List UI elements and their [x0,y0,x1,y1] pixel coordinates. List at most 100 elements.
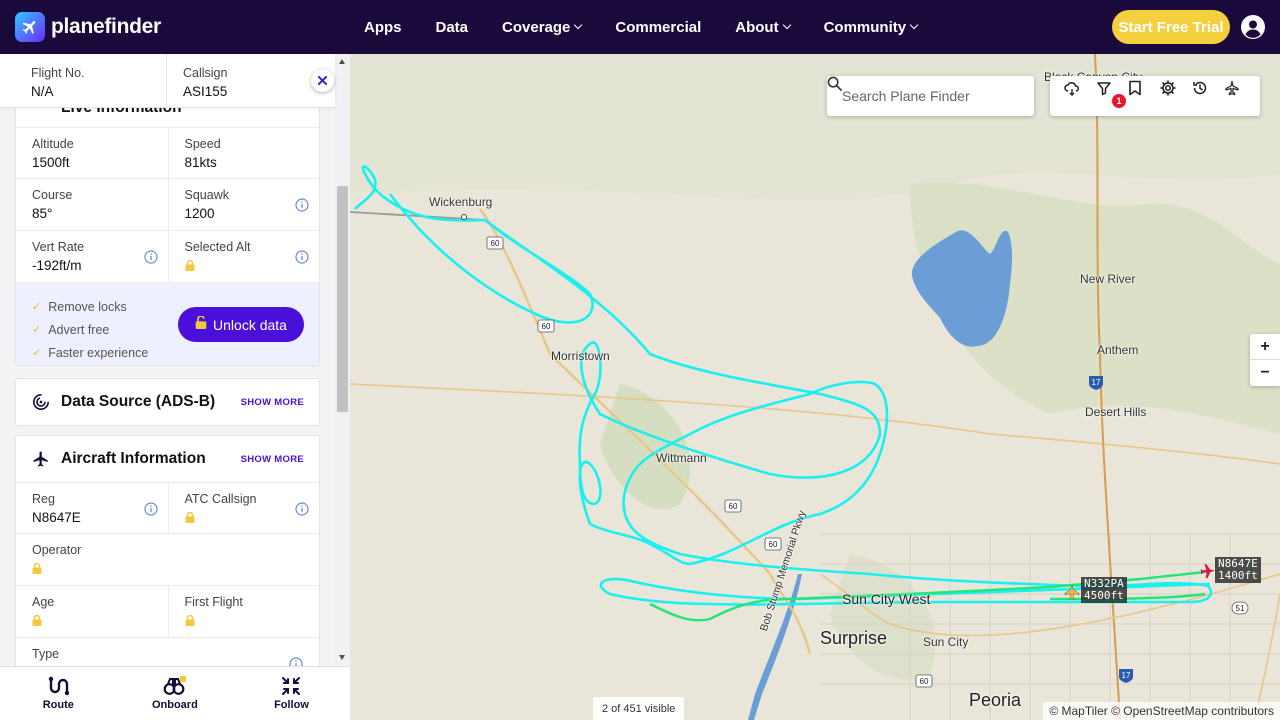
reg-cell: Reg N8647E [16,483,168,533]
nav-label: Apps [364,18,402,36]
history-button[interactable] [1192,80,1224,112]
svg-text:60: 60 [491,239,500,248]
squawk-cell: Squawk 1200 [167,179,320,230]
info-icon[interactable] [295,198,309,212]
brand-name: planefinder [51,15,161,38]
scroll-down-icon[interactable] [339,655,345,660]
zoom-control: + − [1250,334,1280,386]
info-icon[interactable] [295,250,309,264]
filter-button[interactable]: 1 [1096,80,1128,112]
map-search-input[interactable] [842,88,1002,104]
aircraft-info-title: Aircraft Information [61,450,206,467]
follow-button[interactable]: Follow [233,667,350,720]
map-attribution[interactable]: © MapTiler © OpenStreetMap contributors [1043,702,1280,720]
panel-scrollbar[interactable] [335,54,350,666]
course-label: Course [32,188,73,202]
plane-marker-n332pa[interactable] [1064,584,1080,600]
lock-icon[interactable] [32,563,42,574]
planefinder-logo[interactable]: planefinder [15,12,161,42]
route-label: Route [42,699,74,711]
altitude-value: 1500ft [32,155,70,170]
nav-commercial[interactable]: Commercial [615,19,701,36]
first-flight-cell: First Flight [167,586,320,637]
altitude-label: Altitude [32,137,74,151]
town-new-river: New River [1080,272,1136,286]
check-icon: ✓ [32,347,42,359]
map-search-box[interactable] [827,76,1034,116]
search-icon[interactable] [827,76,842,91]
zoom-out-button[interactable]: − [1250,360,1280,386]
altitude-cell: Altitude 1500ft [16,128,168,178]
nav-data[interactable]: Data [436,19,469,36]
plane-label-n8647e[interactable]: N8647E 1400ft [1215,557,1261,583]
flight-map[interactable]: 60 60 60 60 60 17 17 51 Wickenburg Morri… [350,54,1280,720]
nav-apps[interactable]: Apps [364,19,402,36]
plane-logo-icon [15,12,45,42]
aircraft-info-header[interactable]: Aircraft Information SHOW MORE [16,436,319,482]
aircraft-row-1: Reg N8647E ATC Callsign [16,482,319,534]
nav-coverage[interactable]: Coverage [502,18,583,36]
first-flight-label: First Flight [184,595,243,609]
zoom-in-button[interactable]: + [1250,334,1280,360]
svg-text:17: 17 [1122,671,1131,680]
weather-button[interactable] [1064,80,1096,112]
plane-marker-n8647e[interactable] [1200,563,1215,579]
gear-icon [1160,80,1176,96]
binoculars-icon [163,676,186,695]
scroll-up-icon[interactable] [339,59,345,64]
speed-value: 81kts [184,155,217,170]
live-information-card: Live Information Altitude 1500ft Speed 8… [15,86,320,366]
info-icon[interactable] [143,250,158,264]
lock-icon[interactable] [32,615,42,626]
nav-label: About [735,18,779,36]
town-wittmann: Wittmann [656,451,707,465]
nav-label: Community [823,18,907,36]
aircraft-show-more[interactable]: SHOW MORE [241,454,304,465]
benefit-text: Faster experience [48,345,149,360]
selected-alt-cell: Selected Alt [167,231,320,282]
close-icon [318,76,327,85]
town-surprise: Surprise [820,628,888,648]
data-source-header[interactable]: Data Source (ADS-B) SHOW MORE [16,379,319,425]
close-panel-button[interactable] [311,69,334,92]
user-account-icon[interactable] [1241,15,1265,39]
start-free-trial-button[interactable]: Start Free Trial [1112,10,1230,44]
map-toolbar: 1 [1050,76,1260,116]
lock-icon[interactable] [185,512,195,523]
unlock-data-button[interactable]: Unlock data [178,307,304,342]
chevron-down-icon [574,20,583,30]
town-sun-city: Sun City [923,635,969,649]
course-cell: Course 85° [16,179,168,230]
nav-label: Coverage [502,18,571,36]
course-value: 85° [32,206,53,221]
flight-info-panel: Flight No. N/A Callsign ASI155 Live Info… [0,54,350,720]
route-button[interactable]: Route [0,667,117,720]
benefit-item: ✓ Faster experience [32,341,319,364]
data-source-show-more[interactable]: SHOW MORE [241,397,304,408]
town-desert-hills: Desert Hills [1085,405,1147,419]
playback-button[interactable] [1224,80,1256,112]
top-navbar: planefinder Apps Data Coverage Commercial Ab… [0,0,1280,54]
chevron-down-icon [909,20,919,30]
map-canvas[interactable]: 60 60 60 60 60 17 17 51 [350,54,1280,720]
info-icon[interactable] [295,502,309,516]
chevron-down-icon [782,20,791,30]
nav-community[interactable]: Community [823,18,919,36]
nav-label: Data [435,18,469,36]
info-icon[interactable] [143,502,158,516]
lock-icon[interactable] [185,260,195,271]
lock-icon[interactable] [185,615,195,626]
plane-label-n332pa[interactable]: N332PA 4500ft [1081,577,1127,603]
scroll-thumb[interactable] [337,186,348,412]
bookmark-button[interactable] [1128,80,1160,112]
check-icon: ✓ [32,324,42,336]
settings-button[interactable] [1160,80,1192,112]
town-anthem: Anthem [1097,343,1139,357]
svg-text:17: 17 [1092,378,1101,387]
flight-no-cell: Flight No. N/A [0,54,167,107]
nav-about[interactable]: About [735,18,791,36]
atc-callsign-cell: ATC Callsign [167,483,320,533]
unlock-data-label: Unlock data [213,316,287,333]
onboard-button[interactable]: Onboard [117,667,234,720]
nav-links: Apps Data Coverage Commercial About Community [364,0,951,54]
